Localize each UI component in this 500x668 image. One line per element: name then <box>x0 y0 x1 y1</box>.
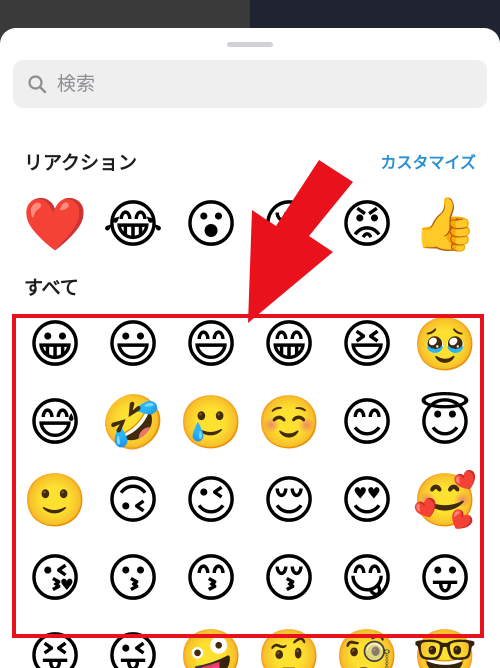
emoji-glyph: 😚 <box>261 549 317 609</box>
all-emojis-title: すべて <box>24 277 79 299</box>
emoji-glyph: 😅 <box>27 393 83 453</box>
emoji-cell[interactable]: 😍 <box>332 466 402 536</box>
emoji-cell[interactable]: 😋 <box>332 544 402 614</box>
reaction-emoji-glyph: 😡 <box>339 195 395 255</box>
emoji-cell[interactable]: 😌 <box>254 466 324 536</box>
emoji-glyph: 😋 <box>339 549 395 609</box>
emoji-glyph: 😀 <box>27 315 83 375</box>
reaction-emoji-glyph: ❤️ <box>22 195 88 255</box>
emoji-cell[interactable]: 😙 <box>176 544 246 614</box>
reaction-row: ❤️ 😂 😮 😢 😡 👍 <box>0 190 500 260</box>
emoji-cell[interactable]: 😄 <box>176 310 246 380</box>
emoji-cell[interactable]: 🧐 <box>332 622 402 668</box>
emoji-glyph: 😛 <box>417 549 473 609</box>
emoji-glyph: 😃 <box>105 315 161 375</box>
emoji-cell[interactable]: 😊 <box>332 388 402 458</box>
emoji-glyph: ☺️ <box>256 393 322 453</box>
reactions-title: リアクション <box>24 152 138 174</box>
emoji-glyph: 😄 <box>183 315 239 375</box>
emoji-cell[interactable]: 😜 <box>98 622 168 668</box>
reaction-emoji-glyph: 😢 <box>261 195 317 255</box>
emoji-cell[interactable]: 😀 <box>20 310 90 380</box>
emoji-glyph: 😗 <box>105 549 161 609</box>
sheet-grabber[interactable] <box>227 42 273 47</box>
emoji-cell[interactable]: 🤣 <box>98 388 168 458</box>
search-input[interactable] <box>55 72 439 96</box>
reaction-emoji[interactable]: 😂 <box>98 190 168 260</box>
emoji-glyph: 🙂 <box>22 471 88 531</box>
reaction-emoji[interactable]: 😢 <box>254 190 324 260</box>
reaction-emoji[interactable]: 😮 <box>176 190 246 260</box>
emoji-glyph: 🙃 <box>105 471 161 531</box>
emoji-glyph: 😌 <box>261 471 317 531</box>
emoji-cell[interactable]: 🙂 <box>20 466 90 536</box>
emoji-glyph: 🥲 <box>178 393 244 453</box>
emoji-cell[interactable]: ☺️ <box>254 388 324 458</box>
emoji-cell[interactable]: 🙃 <box>98 466 168 536</box>
search-bar[interactable] <box>13 60 487 108</box>
emoji-cell[interactable]: 🥹 <box>410 310 480 380</box>
emoji-picker-sheet: リアクション カスタマイズ ❤️ 😂 😮 😢 😡 👍 すべて 😀 😃 😄 😁 😆… <box>0 28 500 668</box>
emoji-cell[interactable]: 😝 <box>20 622 90 668</box>
emoji-glyph: 🥹 <box>412 315 478 375</box>
emoji-cell[interactable]: 🥰 <box>410 466 480 536</box>
emoji-glyph: 😙 <box>183 549 239 609</box>
emoji-cell[interactable]: 😃 <box>98 310 168 380</box>
emoji-cell[interactable]: 😚 <box>254 544 324 614</box>
emoji-glyph: 😉 <box>183 471 239 531</box>
reaction-emoji-glyph: 👍 <box>412 195 478 255</box>
reaction-emoji-glyph: 😂 <box>102 195 164 255</box>
emoji-cell[interactable]: 😆 <box>332 310 402 380</box>
reaction-emoji[interactable]: 😡 <box>332 190 402 260</box>
emoji-glyph: 🤣 <box>100 393 166 453</box>
reaction-emoji[interactable]: ❤️ <box>20 190 90 260</box>
emoji-glyph: 🥰 <box>412 471 478 531</box>
emoji-glyph: 😆 <box>339 315 395 375</box>
emoji-cell[interactable]: 😗 <box>98 544 168 614</box>
emoji-cell[interactable]: 😁 <box>254 310 324 380</box>
emoji-glyph: 😁 <box>261 315 317 375</box>
emoji-glyph: 😍 <box>339 471 395 531</box>
emoji-cell[interactable]: 🤨 <box>254 622 324 668</box>
emoji-cell[interactable]: 😇 <box>410 388 480 458</box>
reaction-emoji[interactable]: 👍 <box>410 190 480 260</box>
emoji-cell[interactable]: 😅 <box>20 388 90 458</box>
reaction-emoji-glyph: 😮 <box>183 195 239 255</box>
emoji-glyph: 😇 <box>417 393 473 453</box>
emoji-cell[interactable]: 😘 <box>20 544 90 614</box>
search-icon <box>27 74 47 94</box>
emoji-cell[interactable]: 🥲 <box>176 388 246 458</box>
emoji-cell[interactable]: 😉 <box>176 466 246 536</box>
customize-button[interactable]: カスタマイズ <box>380 149 476 173</box>
emoji-glyph: 😘 <box>27 549 83 609</box>
emoji-cell[interactable]: 😛 <box>410 544 480 614</box>
emoji-cell[interactable]: 🤪 <box>176 622 246 668</box>
emoji-cell[interactable]: 🤓 <box>410 622 480 668</box>
emoji-glyph: 😊 <box>339 393 395 453</box>
